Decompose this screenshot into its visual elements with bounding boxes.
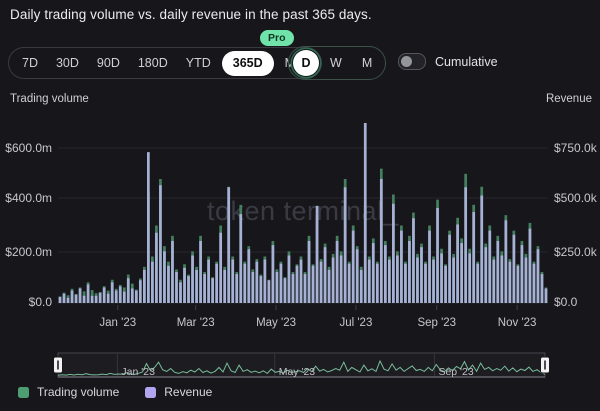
svg-text:Jan '23: Jan '23: [99, 317, 136, 329]
navigator-right-handle[interactable]: [541, 357, 550, 373]
left-axis-ticks: $600.0m $400.0m $200.0m $0.0: [5, 141, 52, 309]
main-chart[interactable]: token terminal_ $600.0m $400.0m $200.0m $0.0…: [0, 110, 600, 345]
watermark: token terminal_: [207, 196, 400, 226]
svg-text:$600.0m: $600.0m: [5, 141, 52, 155]
range-option-90d[interactable]: 90D: [88, 49, 129, 77]
svg-text:$250.0k: $250.0k: [554, 245, 598, 259]
toggle-knob-icon: [401, 56, 412, 67]
cumulative-control: Cumulative: [398, 53, 498, 70]
svg-text:$500.0k: $500.0k: [554, 191, 598, 205]
right-axis-title: Revenue: [546, 93, 592, 105]
trading-volume-swatch-icon: [18, 387, 29, 398]
navigator-chart[interactable]: Jan '23 May '23 Sep '23: [0, 347, 600, 385]
range-option-ytd[interactable]: YTD: [177, 49, 220, 77]
legend-label: Trading volume: [37, 385, 119, 399]
legend-item-revenue[interactable]: Revenue: [145, 385, 212, 399]
svg-text:$0.0: $0.0: [554, 295, 578, 309]
granularity-option-day[interactable]: D: [293, 50, 319, 76]
page-title: Daily trading volume vs. daily revenue i…: [10, 7, 372, 22]
svg-text:May '23: May '23: [256, 317, 296, 329]
pro-badge: Pro: [260, 30, 294, 46]
svg-text:Mar '23: Mar '23: [177, 317, 215, 329]
legend-item-trading-volume[interactable]: Trading volume: [18, 385, 119, 399]
svg-text:Sep '23: Sep '23: [417, 317, 456, 329]
svg-text:Nov '23: Nov '23: [498, 317, 537, 329]
legend-label: Revenue: [164, 385, 212, 399]
svg-text:Sep '23: Sep '23: [438, 366, 473, 378]
svg-text:$400.0m: $400.0m: [5, 191, 52, 205]
navigator-left-handle[interactable]: [54, 357, 63, 373]
range-option-7d[interactable]: 7D: [13, 49, 47, 77]
cumulative-toggle[interactable]: [398, 53, 426, 70]
right-axis-ticks: $750.0k $500.0k $250.0k $0.0: [554, 141, 598, 309]
range-option-30d[interactable]: 30D: [47, 49, 88, 77]
svg-text:May '23: May '23: [279, 366, 316, 378]
svg-text:$0.0: $0.0: [29, 295, 53, 309]
revenue-swatch-icon: [145, 387, 156, 398]
svg-text:$200.0m: $200.0m: [5, 245, 52, 259]
granularity-option-month[interactable]: M: [352, 56, 382, 70]
cumulative-label: Cumulative: [435, 55, 498, 69]
x-axis-ticks: Jan '23 Mar '23 May '23 Jul '23 Sep '23 Nov '…: [99, 305, 536, 329]
svg-text:Jan '23: Jan '23: [121, 366, 155, 378]
range-option-365d[interactable]: 365D: [222, 51, 274, 76]
svg-text:Jul '23: Jul '23: [339, 317, 372, 329]
left-axis-title: Trading volume: [10, 93, 89, 105]
chart-legend: Trading volume Revenue: [18, 385, 212, 399]
range-option-180d[interactable]: 180D: [129, 49, 177, 77]
time-range-selector: 7D 30D 90D 180D YTD 365D Max: [8, 47, 322, 79]
granularity-option-week[interactable]: W: [320, 56, 352, 70]
svg-text:$750.0k: $750.0k: [554, 141, 598, 155]
granularity-selector: D W M: [288, 46, 386, 80]
